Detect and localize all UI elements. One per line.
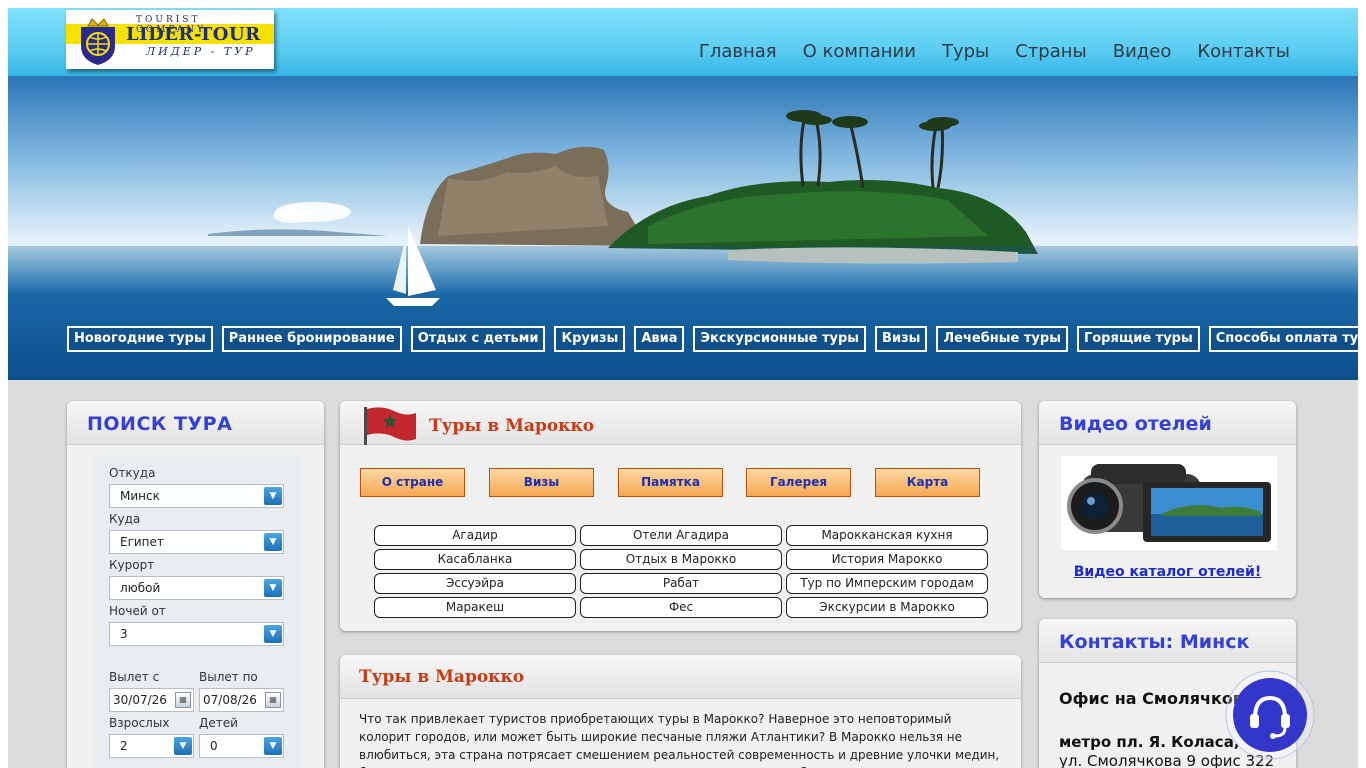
category-hot-tours[interactable]: Горящие туры xyxy=(1076,326,1200,352)
hotel-video-title: Видео отелей xyxy=(1059,413,1212,435)
logo[interactable]: TOURIST COMPANY LIDER-TOUR ЛИДЕР - ТУР xyxy=(66,10,274,69)
crown-shield-icon xyxy=(81,18,115,65)
hotel-video-panel: Видео отелей Видео каталог отелей! xyxy=(1039,401,1296,598)
morocco-panel: Туры в Марокко О стране Визы Памятка Гал… xyxy=(340,401,1021,631)
depart-to-date[interactable]: 07/08/26 ▦ xyxy=(199,688,284,712)
nav-countries[interactable]: Страны xyxy=(1015,41,1087,62)
logo-name: LIDER-TOUR xyxy=(126,24,261,45)
category-cruises[interactable]: Круизы xyxy=(554,326,626,352)
depart-from-date[interactable]: 30/07/26 ▦ xyxy=(109,688,194,712)
link-moroccan-cuisine[interactable]: Марокканская кухня xyxy=(786,525,988,546)
about-country-button[interactable]: О стране xyxy=(360,468,465,497)
article-body: Что так привлекает туристов приобретающи… xyxy=(359,712,1000,768)
link-holidays-morocco[interactable]: Отдых в Марокко xyxy=(580,549,782,570)
resort-label: Курорт xyxy=(109,558,155,572)
from-label: Откуда xyxy=(109,466,156,480)
link-excursions-morocco[interactable]: Экскурсии в Марокко xyxy=(786,597,988,618)
page: TOURIST COMPANY LIDER-TOUR ЛИДЕР - ТУР Г… xyxy=(8,8,1358,768)
resort-select-value: любой xyxy=(120,581,161,595)
video-catalog-link[interactable]: Видео каталог отелей! xyxy=(1039,564,1296,580)
metro-station: метро пл. Я. Коласа, xyxy=(1059,733,1240,751)
adults-select-value: 2 xyxy=(120,739,128,753)
from-select-value: Минск xyxy=(120,489,160,503)
category-medical-tours[interactable]: Лечебные туры xyxy=(936,326,1068,352)
link-marrakesh[interactable]: Маракеш xyxy=(374,597,576,618)
tour-search-form: Откуда Минск ▼ Куда Египет ▼ Курорт любо… xyxy=(93,455,301,768)
nights-label: Ночей от xyxy=(109,604,166,618)
contacts-title: Контакты: Минск xyxy=(1059,631,1250,653)
to-select-value: Египет xyxy=(120,535,164,549)
to-select[interactable]: Египет ▼ xyxy=(109,530,284,554)
link-agadir[interactable]: Агадир xyxy=(374,525,576,546)
depart-from-label: Вылет с xyxy=(109,670,160,684)
category-payment-methods[interactable]: Способы оплата тура xyxy=(1208,326,1358,352)
link-imperial-cities-tour[interactable]: Тур по Имперским городам xyxy=(786,573,988,594)
article-title: Туры в Марокко xyxy=(359,667,525,687)
category-excursion-tours[interactable]: Экскурсионные туры xyxy=(693,326,867,352)
morocco-flag-icon xyxy=(364,407,416,445)
link-history-morocco[interactable]: История Марокко xyxy=(786,549,988,570)
link-essaouira[interactable]: Эссуэйра xyxy=(374,573,576,594)
category-visas[interactable]: Визы xyxy=(875,326,928,352)
depart-from-value: 30/07/26 xyxy=(113,693,167,707)
link-rabat[interactable]: Рабат xyxy=(580,573,782,594)
chevron-down-icon: ▼ xyxy=(264,487,282,505)
site-header: TOURIST COMPANY LIDER-TOUR ЛИДЕР - ТУР Г… xyxy=(8,8,1358,76)
map-button[interactable]: Карта xyxy=(875,468,980,497)
nav-about[interactable]: О компании xyxy=(803,41,916,62)
children-select[interactable]: 0 ▼ xyxy=(199,734,284,758)
calendar-icon[interactable]: ▦ xyxy=(265,692,281,708)
main-nav: Главная О компании Туры Страны Видео Кон… xyxy=(699,41,1290,62)
link-fes[interactable]: Фес xyxy=(580,597,782,618)
chevron-down-icon: ▼ xyxy=(264,625,282,643)
video-camera-image[interactable] xyxy=(1061,456,1277,550)
tour-search-panel: ПОИСК ТУРА Откуда Минск ▼ Куда Египет ▼ … xyxy=(67,401,324,768)
chevron-down-icon: ▼ xyxy=(264,579,282,597)
logo-subtitle: ЛИДЕР - ТУР xyxy=(146,45,256,58)
category-family-holidays[interactable]: Отдых с детьми xyxy=(410,326,546,352)
to-label: Куда xyxy=(109,512,141,526)
nights-select[interactable]: 3 ▼ xyxy=(109,622,284,646)
children-label: Детей xyxy=(199,716,238,730)
visas-button[interactable]: Визы xyxy=(489,468,594,497)
category-new-year-tours[interactable]: Новогодние туры xyxy=(67,326,213,352)
category-avia[interactable]: Авиа xyxy=(634,326,685,352)
nav-contacts[interactable]: Контакты xyxy=(1197,41,1290,62)
link-casablanca[interactable]: Касабланка xyxy=(374,549,576,570)
chevron-down-icon: ▼ xyxy=(264,533,282,551)
nav-tours[interactable]: Туры xyxy=(942,41,989,62)
category-early-booking[interactable]: Раннее бронирование xyxy=(221,326,402,352)
article-panel: Туры в Марокко Что так привлекает турист… xyxy=(340,655,1021,768)
from-select[interactable]: Минск ▼ xyxy=(109,484,284,508)
morocco-panel-title: Туры в Марокко xyxy=(429,416,595,436)
chevron-down-icon: ▼ xyxy=(264,737,282,755)
depart-to-value: 07/08/26 xyxy=(203,693,257,707)
tour-search-title: ПОИСК ТУРА xyxy=(87,413,233,435)
nav-home[interactable]: Главная xyxy=(699,41,777,62)
hero-banner: Новогодние туры Раннее бронирование Отды… xyxy=(8,76,1358,380)
nav-video[interactable]: Видео xyxy=(1113,41,1172,62)
headset-support-icon[interactable] xyxy=(1225,670,1315,760)
children-select-value: 0 xyxy=(210,739,218,753)
camcorder-icon xyxy=(1067,464,1271,542)
adults-label: Взрослых xyxy=(109,716,170,730)
nights-select-value: 3 xyxy=(120,627,128,641)
chevron-down-icon: ▼ xyxy=(174,737,192,755)
memo-button[interactable]: Памятка xyxy=(618,468,723,497)
depart-to-label: Вылет по xyxy=(199,670,258,684)
link-agadir-hotels[interactable]: Отели Агадира xyxy=(580,525,782,546)
adults-select[interactable]: 2 ▼ xyxy=(109,734,194,758)
resort-select[interactable]: любой ▼ xyxy=(109,576,284,600)
calendar-icon[interactable]: ▦ xyxy=(175,692,191,708)
category-nav: Новогодние туры Раннее бронирование Отды… xyxy=(67,326,1358,352)
gallery-button[interactable]: Галерея xyxy=(746,468,851,497)
